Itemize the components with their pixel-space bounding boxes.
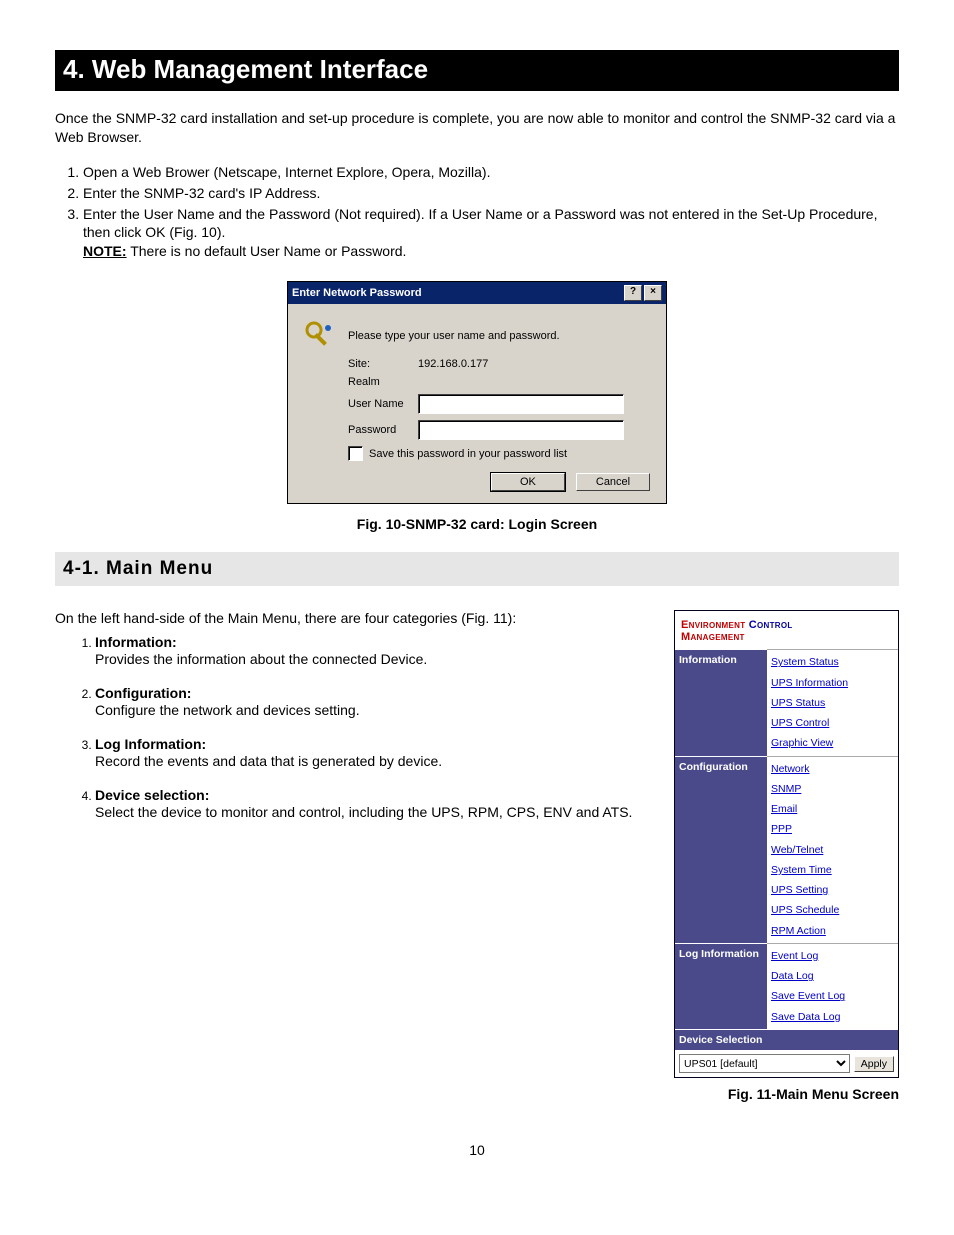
dialog-prompt: Please type your user name and password. xyxy=(348,330,560,342)
link-save-event-log[interactable]: Save Event Log xyxy=(767,986,898,1006)
link-snmp[interactable]: SNMP xyxy=(767,779,898,799)
steps-list: Open a Web Brower (Netscape, Internet Ex… xyxy=(83,163,899,261)
link-data-log[interactable]: Data Log xyxy=(767,966,898,986)
ok-button[interactable]: OK xyxy=(491,473,565,491)
intro-paragraph: Once the SNMP-32 card installation and s… xyxy=(55,109,899,147)
group-head-configuration: Configuration xyxy=(675,756,767,943)
link-save-data-log[interactable]: Save Data Log xyxy=(767,1007,898,1027)
password-input[interactable] xyxy=(418,420,624,440)
category-desc: Record the events and data that is gener… xyxy=(95,752,644,771)
category-item: Information:Provides the information abo… xyxy=(95,634,644,669)
note-label: NOTE: xyxy=(83,243,127,259)
link-ups-status[interactable]: UPS Status xyxy=(767,693,898,713)
cancel-button[interactable]: Cancel xyxy=(576,473,650,491)
page-number: 10 xyxy=(55,1142,899,1158)
login-dialog: Enter Network Password ? × Please type y… xyxy=(287,281,667,504)
link-ups-control[interactable]: UPS Control xyxy=(767,713,898,733)
apply-button[interactable]: Apply xyxy=(854,1056,894,1072)
main-menu-panel: Environment Control Management Informati… xyxy=(674,610,899,1078)
category-item: Log Information:Record the events and da… xyxy=(95,736,644,771)
category-desc: Select the device to monitor and control… xyxy=(95,803,644,822)
save-password-checkbox[interactable] xyxy=(348,446,363,461)
key-icon xyxy=(304,320,336,352)
category-term: Device selection: xyxy=(95,787,209,803)
group-head-log-information: Log Information xyxy=(675,943,767,1029)
group-head-device-selection: Device Selection xyxy=(675,1029,898,1050)
link-event-log[interactable]: Event Log xyxy=(767,946,898,966)
link-ups-information[interactable]: UPS Information xyxy=(767,673,898,693)
chapter-heading: 4. Web Management Interface xyxy=(55,50,899,91)
group-head-information: Information xyxy=(675,649,767,755)
step-item: Enter the SNMP-32 card's IP Address. xyxy=(83,184,899,203)
note-text: There is no default User Name or Passwor… xyxy=(127,243,407,259)
save-password-label: Save this password in your password list xyxy=(369,448,567,460)
category-item: Device selection:Select the device to mo… xyxy=(95,787,644,822)
link-ups-schedule[interactable]: UPS Schedule xyxy=(767,900,898,920)
username-label: User Name xyxy=(348,398,418,410)
link-ppp[interactable]: PPP xyxy=(767,819,898,839)
section-intro: On the left hand-side of the Main Menu, … xyxy=(55,610,644,626)
link-email[interactable]: Email xyxy=(767,799,898,819)
device-select[interactable]: UPS01 [default] xyxy=(679,1054,850,1073)
step-item: Enter the User Name and the Password (No… xyxy=(83,205,899,262)
category-desc: Provides the information about the conne… xyxy=(95,650,644,669)
link-system-status[interactable]: System Status xyxy=(767,652,898,672)
title-environment: Environment xyxy=(681,619,749,631)
site-label: Site: xyxy=(348,358,418,370)
fig10-caption: Fig. 10-SNMP-32 card: Login Screen xyxy=(55,516,899,532)
title-control: Control xyxy=(749,619,793,631)
link-network[interactable]: Network xyxy=(767,759,898,779)
menu-title: Environment Control Management xyxy=(675,611,898,649)
link-rpm-action[interactable]: RPM Action xyxy=(767,921,898,941)
step-item: Open a Web Brower (Netscape, Internet Ex… xyxy=(83,163,899,182)
link-web-telnet[interactable]: Web/Telnet xyxy=(767,840,898,860)
category-term: Information: xyxy=(95,634,177,650)
section-heading: 4-1. Main Menu xyxy=(55,552,899,586)
link-ups-setting[interactable]: UPS Setting xyxy=(767,880,898,900)
site-value: 192.168.0.177 xyxy=(418,358,488,370)
category-desc: Configure the network and devices settin… xyxy=(95,701,644,720)
category-list: Information:Provides the information abo… xyxy=(95,634,644,822)
category-term: Log Information: xyxy=(95,736,206,752)
dialog-title: Enter Network Password xyxy=(292,287,422,299)
fig11-caption: Fig. 11-Main Menu Screen xyxy=(674,1086,899,1102)
step-text: Enter the User Name and the Password (No… xyxy=(83,206,877,241)
username-input[interactable] xyxy=(418,394,624,414)
link-graphic-view[interactable]: Graphic View xyxy=(767,733,898,753)
help-icon[interactable]: ? xyxy=(624,285,642,301)
category-term: Configuration: xyxy=(95,685,191,701)
title-management: Management xyxy=(681,631,745,643)
category-item: Configuration:Configure the network and … xyxy=(95,685,644,720)
realm-label: Realm xyxy=(348,376,418,388)
link-system-time[interactable]: System Time xyxy=(767,860,898,880)
password-label: Password xyxy=(348,424,418,436)
close-icon[interactable]: × xyxy=(644,285,662,301)
dialog-titlebar: Enter Network Password ? × xyxy=(288,282,666,304)
